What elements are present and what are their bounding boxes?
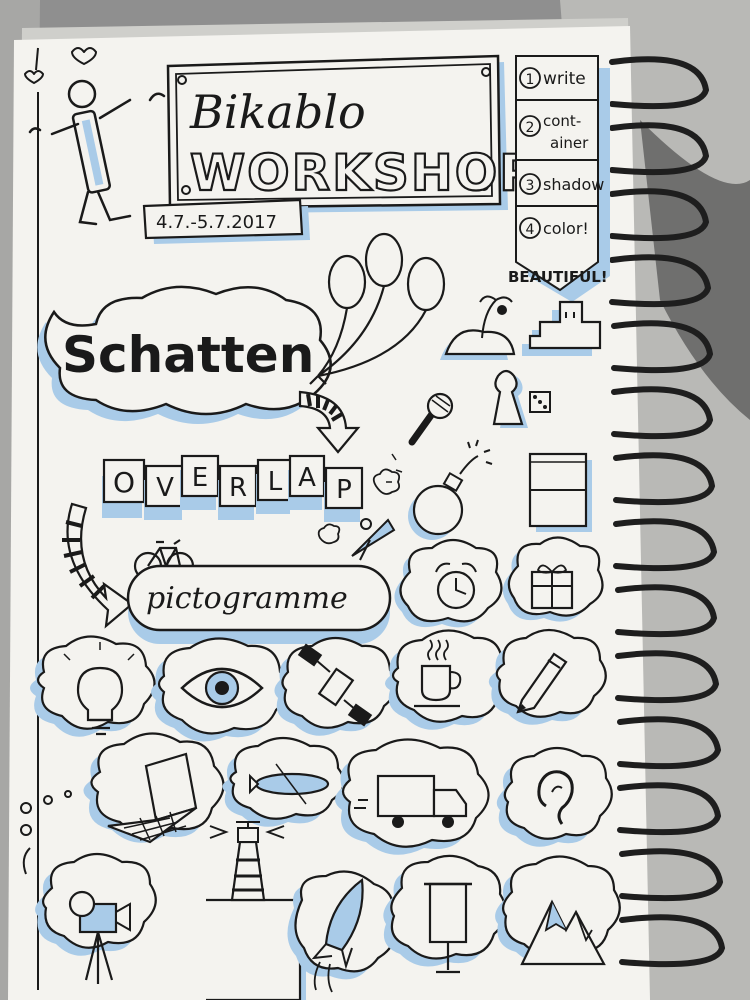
title-box: Bikablo WORKSHOP [166, 54, 538, 214]
svg-text:3: 3 [526, 178, 535, 194]
svg-text:2: 2 [526, 120, 535, 136]
pictogramme-text: pictogramme [146, 581, 348, 616]
svg-text:O: O [113, 466, 135, 499]
svg-text:1: 1 [526, 72, 535, 88]
overlap-letter-v: V [144, 464, 186, 520]
svg-text:V: V [156, 473, 174, 503]
overlap-letter-o: O [102, 458, 146, 518]
svg-text:shadow: shadow [543, 175, 604, 194]
svg-text:write: write [543, 69, 586, 89]
title-main: WORKSHOP [190, 144, 538, 202]
date-text: 4.7.-5.7.2017 [156, 212, 277, 233]
flipchart-icon [528, 452, 592, 532]
svg-text:R: R [229, 473, 247, 503]
svg-text:4: 4 [526, 222, 535, 238]
svg-text:cont-: cont- [543, 112, 581, 130]
svg-text:P: P [336, 475, 352, 505]
date-banner: 4.7.-5.7.2017 [142, 198, 310, 244]
beautiful-label: BEAUTIFUL! [508, 268, 608, 286]
overlap-letter-a: A [288, 454, 326, 510]
svg-text:L: L [268, 467, 283, 497]
dice-icon [529, 391, 551, 413]
overlap-letter-r: R [218, 464, 258, 520]
step-1: 1 write [519, 67, 586, 89]
svg-text:E: E [192, 463, 208, 493]
overlap-letter-p: P [324, 466, 364, 522]
overlap-letter-l: L [256, 458, 294, 514]
pictogramme-pill: pictogramme [126, 564, 392, 644]
notebook-photo: Bikablo WORKSHOP 4.7.-5.7.2017 1 write 2… [0, 0, 750, 1000]
svg-text:ainer: ainer [550, 134, 589, 152]
overlap-letter-e: E [180, 454, 220, 510]
svg-text:color!: color! [543, 219, 589, 238]
schatten-text: Schatten [62, 326, 314, 384]
svg-text:A: A [298, 463, 316, 493]
steps-list: 1 write 2 cont- ainer 3 shadow 4 color! [515, 55, 610, 302]
title-script: Bikablo [189, 85, 366, 139]
